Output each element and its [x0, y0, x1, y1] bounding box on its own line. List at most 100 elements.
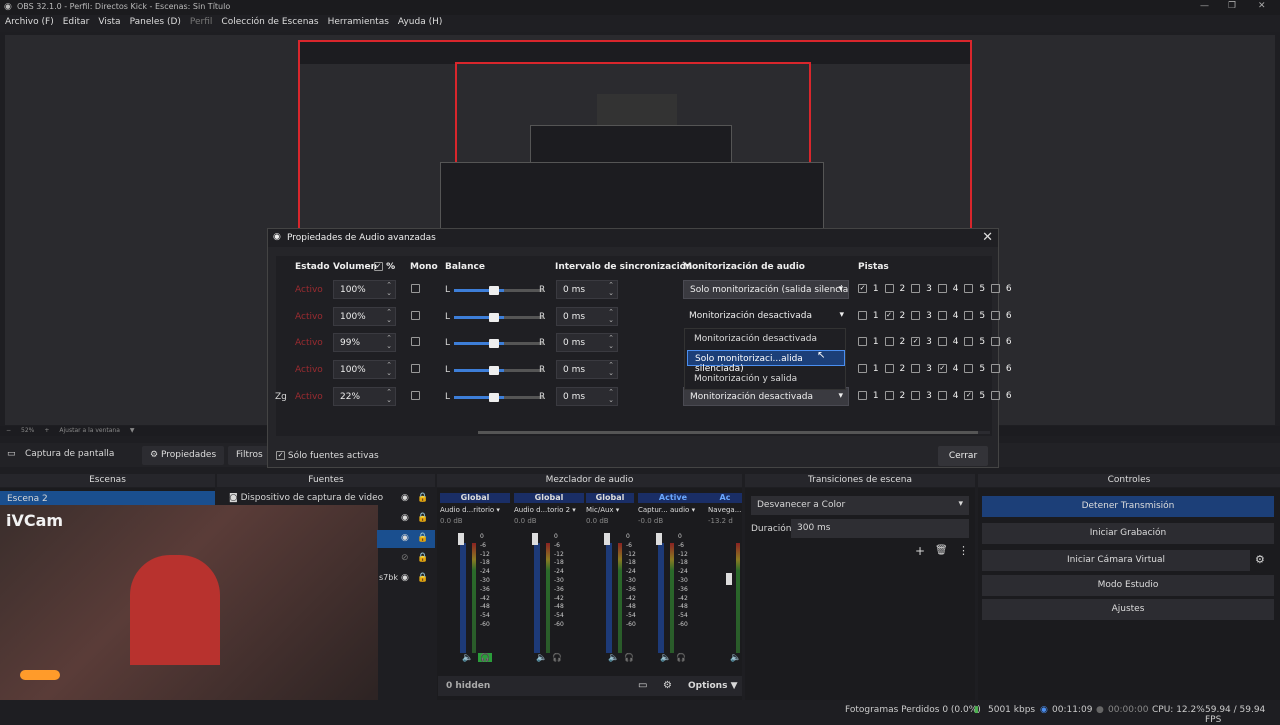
layout-icon[interactable]: ▭ [638, 680, 647, 691]
volume-input[interactable]: 100% ⌃ ⌄ [333, 280, 396, 299]
mono-checkbox[interactable] [411, 337, 420, 347]
sync-input[interactable]: 0 ms ⌃ ⌄ [556, 387, 618, 406]
maximize-icon[interactable]: ❐ [1228, 1, 1236, 11]
spin-arrows-icon[interactable]: ⌃ ⌄ [608, 334, 614, 350]
sync-input[interactable]: 0 ms ⌃ ⌄ [556, 307, 618, 326]
track-checkbox[interactable]: 5 [964, 284, 988, 294]
track-checkbox[interactable]: ✓ 2 [884, 311, 909, 321]
slider-knob[interactable] [489, 366, 499, 375]
spin-arrows-icon[interactable]: ⌃ ⌄ [608, 388, 614, 404]
virtual-camera-button[interactable]: Iniciar Cámara Virtual [982, 550, 1250, 571]
volume-fader[interactable] [458, 533, 464, 545]
close-icon[interactable]: ✕ [982, 230, 993, 245]
stop-stream-button[interactable]: Detener Transmisión [982, 496, 1274, 517]
speaker-icon[interactable]: 🔈 [608, 653, 619, 663]
trash-icon[interactable]: 🗑 [935, 545, 948, 556]
close-window-icon[interactable]: ✕ [1258, 1, 1266, 11]
balance-slider[interactable] [454, 393, 544, 402]
mono-checkbox[interactable] [411, 311, 420, 321]
track-checkbox[interactable]: ✓ 1 [858, 284, 882, 294]
eye-hidden-icon[interactable]: ⊘ [401, 553, 409, 563]
track-checkbox[interactable]: 6 [991, 337, 1015, 347]
menu-coleccion[interactable]: Colección de Escenas [221, 17, 318, 30]
slider-knob[interactable] [489, 286, 499, 295]
track-checkbox[interactable]: 5 [964, 311, 988, 321]
track-checkbox[interactable]: 4 [937, 284, 962, 294]
menu-ayuda[interactable]: Ayuda (H) [398, 17, 442, 30]
zoom-fit[interactable]: Ajustar a la ventana [59, 427, 120, 435]
active-only-checkbox[interactable]: ✓ Sólo fuentes activas [276, 451, 379, 461]
filters-button[interactable]: Filtros [228, 446, 268, 465]
track-checkbox[interactable]: 2 [884, 284, 909, 294]
eye-icon[interactable]: ◉ [401, 493, 409, 503]
track-checkbox[interactable]: 6 [991, 391, 1015, 401]
source-item[interactable]: ◙ Dispositivo de captura de video [229, 493, 383, 503]
balance-slider[interactable] [454, 286, 544, 295]
track-checkbox[interactable]: 2 [884, 391, 909, 401]
lock-icon[interactable]: 🔒 [417, 573, 428, 583]
option-monitoring-off[interactable]: Monitorización desactivada [687, 331, 845, 347]
monitoring-select[interactable]: Solo monitorización (salida silencia ▾ [683, 280, 849, 299]
source-item-partial[interactable]: s7bk [379, 573, 398, 582]
eye-icon[interactable]: ◉ [401, 533, 409, 543]
track-checkbox[interactable]: 2 [884, 364, 909, 374]
mono-checkbox[interactable] [411, 391, 420, 401]
track-checkbox[interactable]: 6 [991, 311, 1015, 321]
volume-percent-checkbox[interactable]: ✓ % [374, 262, 395, 272]
menu-paneles[interactable]: Paneles (D) [130, 17, 181, 30]
minimize-icon[interactable]: — [1200, 1, 1209, 11]
track-checkbox[interactable]: ✓ 5 [964, 391, 988, 401]
option-monitor-and-output[interactable]: Monitorización y salida [687, 371, 845, 387]
monitoring-select[interactable]: Monitorización desactivada ▾ [683, 307, 849, 326]
zoom-in-icon[interactable]: + [44, 427, 49, 435]
track-checkbox[interactable]: 5 [964, 364, 988, 374]
track-checkbox[interactable]: 1 [858, 364, 882, 374]
track-checkbox[interactable]: ✓ 3 [911, 337, 935, 347]
options-button[interactable]: Options ▼ [688, 681, 738, 691]
sync-input[interactable]: 0 ms ⌃ ⌄ [556, 280, 618, 299]
volume-fader[interactable] [726, 573, 732, 585]
speaker-icon[interactable]: 🔈 [536, 653, 547, 663]
close-button[interactable]: Cerrar [938, 446, 988, 466]
balance-slider[interactable] [454, 313, 544, 322]
track-checkbox[interactable]: ✓ 4 [937, 364, 962, 374]
track-checkbox[interactable]: 3 [911, 391, 935, 401]
gear-icon[interactable]: ⚙ [1255, 553, 1265, 566]
spin-arrows-icon[interactable]: ⌃ ⌄ [386, 334, 392, 350]
speaker-icon[interactable]: 🔈 [730, 653, 741, 663]
spin-arrows-icon[interactable]: ⌃ ⌄ [386, 308, 392, 324]
studio-mode-button[interactable]: Modo Estudio [982, 575, 1274, 596]
muted-speaker-icon[interactable]: 🔈 [462, 653, 473, 663]
eye-icon[interactable]: ◉ [401, 513, 409, 523]
track-checkbox[interactable]: 6 [991, 364, 1015, 374]
track-checkbox[interactable]: 1 [858, 337, 882, 347]
track-checkbox[interactable]: 4 [937, 337, 962, 347]
more-icon[interactable]: ⋮ [958, 544, 969, 557]
mixer-channel-name[interactable]: Audio d...ritorio ▾ [440, 506, 510, 514]
menu-archivo[interactable]: Archivo (F) [5, 17, 54, 30]
track-checkbox[interactable]: 3 [911, 311, 935, 321]
headphones-icon[interactable]: 🎧 [676, 653, 686, 662]
settings-icon[interactable]: ⚙ [663, 680, 672, 691]
headphones-icon[interactable]: 🎧 [552, 653, 562, 662]
lock-icon[interactable]: 🔒 [417, 533, 428, 543]
menu-perfil[interactable]: Perfil [190, 17, 213, 30]
volume-fader[interactable] [656, 533, 662, 545]
mono-checkbox[interactable] [411, 284, 420, 294]
start-recording-button[interactable]: Iniciar Grabación [982, 523, 1274, 544]
spin-arrows-icon[interactable]: ⌃ ⌄ [608, 308, 614, 324]
mixer-channel-name[interactable]: Mic/Aux ▾ [586, 506, 634, 514]
sync-input[interactable]: 0 ms ⌃ ⌄ [556, 333, 618, 352]
track-checkbox[interactable]: 2 [884, 337, 909, 347]
mono-checkbox[interactable] [411, 364, 420, 374]
volume-fader[interactable] [532, 533, 538, 545]
track-checkbox[interactable]: 1 [858, 391, 882, 401]
balance-slider[interactable] [454, 339, 544, 348]
add-icon[interactable]: + [915, 544, 925, 558]
lock-icon[interactable]: 🔒 [417, 493, 428, 503]
volume-input[interactable]: 22% ⌃ ⌄ [333, 387, 396, 406]
volume-input[interactable]: 100% ⌃ ⌄ [333, 307, 396, 326]
eye-icon[interactable]: ◉ [401, 573, 409, 583]
volume-input[interactable]: 100% ⌃ ⌄ [333, 360, 396, 379]
horizontal-scrollbar[interactable] [478, 431, 990, 434]
